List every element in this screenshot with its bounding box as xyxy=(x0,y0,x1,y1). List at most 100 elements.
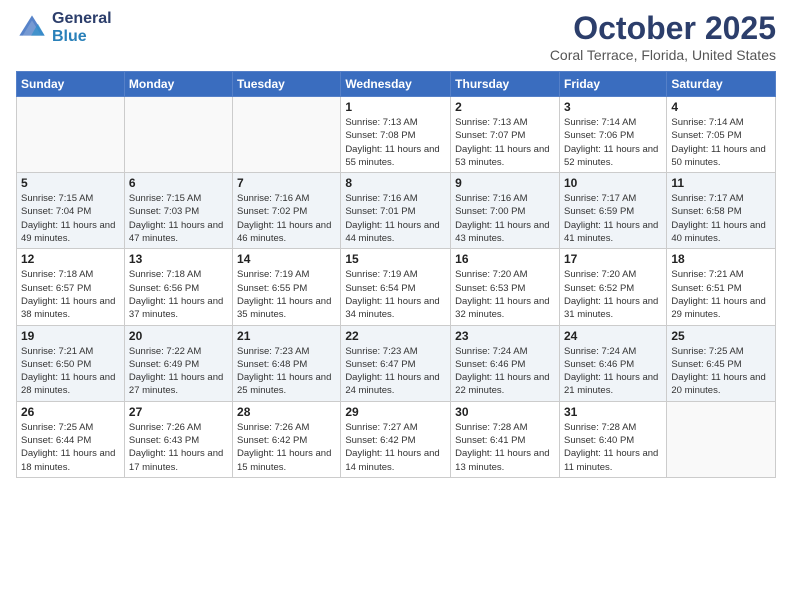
day-number: 11 xyxy=(671,176,771,190)
calendar-cell: 25Sunrise: 7:25 AMSunset: 6:45 PMDayligh… xyxy=(667,325,776,401)
calendar-cell: 26Sunrise: 7:25 AMSunset: 6:44 PMDayligh… xyxy=(17,401,125,477)
calendar-cell: 23Sunrise: 7:24 AMSunset: 6:46 PMDayligh… xyxy=(451,325,560,401)
calendar-table: SundayMondayTuesdayWednesdayThursdayFrid… xyxy=(16,71,776,478)
day-info: Sunrise: 7:26 AMSunset: 6:42 PMDaylight:… xyxy=(237,421,336,474)
location: Coral Terrace, Florida, United States xyxy=(550,47,776,63)
day-info: Sunrise: 7:19 AMSunset: 6:54 PMDaylight:… xyxy=(345,268,446,321)
day-info: Sunrise: 7:24 AMSunset: 6:46 PMDaylight:… xyxy=(564,345,662,398)
day-number: 24 xyxy=(564,329,662,343)
logo-general: General xyxy=(52,10,112,27)
day-info: Sunrise: 7:27 AMSunset: 6:42 PMDaylight:… xyxy=(345,421,446,474)
day-info: Sunrise: 7:15 AMSunset: 7:03 PMDaylight:… xyxy=(129,192,228,245)
day-number: 20 xyxy=(129,329,228,343)
calendar-cell: 8 Sunrise: 7:16 AMSunset: 7:01 PMDaylight… xyxy=(341,173,451,249)
day-number: 30 xyxy=(455,405,555,419)
day-info: Sunrise: 7:28 AMSunset: 6:40 PMDaylight:… xyxy=(564,421,662,474)
day-info: Sunrise: 7:18 AMSunset: 6:56 PMDaylight:… xyxy=(129,268,228,321)
calendar-cell xyxy=(667,401,776,477)
calendar-week-row: 26Sunrise: 7:25 AMSunset: 6:44 PMDayligh… xyxy=(17,401,776,477)
logo: General Blue xyxy=(16,10,112,45)
calendar-cell: 28Sunrise: 7:26 AMSunset: 6:42 PMDayligh… xyxy=(233,401,341,477)
day-info: Sunrise: 7:23 AMSunset: 6:47 PMDaylight:… xyxy=(345,345,446,398)
calendar-cell: 27 Sunrise: 7:26 AMSunset: 6:43 PMDayligh… xyxy=(124,401,232,477)
calendar-cell: 17 Sunrise: 7:20 AMSunset: 6:52 PMDayligh… xyxy=(559,249,666,325)
weekday-header: Monday xyxy=(124,72,232,97)
calendar-cell: 14 Sunrise: 7:19 AMSunset: 6:55 PMDayligh… xyxy=(233,249,341,325)
calendar-cell: 7 Sunrise: 7:16 AMSunset: 7:02 PMDaylight… xyxy=(233,173,341,249)
calendar-cell: 9 Sunrise: 7:16 AMSunset: 7:00 PMDaylight… xyxy=(451,173,560,249)
day-info: Sunrise: 7:26 AMSunset: 6:43 PMDaylight:… xyxy=(129,421,228,474)
day-info: Sunrise: 7:19 AMSunset: 6:55 PMDaylight:… xyxy=(237,268,336,321)
calendar-cell: 11 Sunrise: 7:17 AMSunset: 6:58 PMDayligh… xyxy=(667,173,776,249)
day-number: 22 xyxy=(345,329,446,343)
day-number: 5 xyxy=(21,176,120,190)
page-container: General Blue October 2025 Coral Terrace,… xyxy=(0,0,792,488)
day-info: Sunrise: 7:20 AMSunset: 6:53 PMDaylight:… xyxy=(455,268,555,321)
weekday-header: Thursday xyxy=(451,72,560,97)
day-info: Sunrise: 7:20 AMSunset: 6:52 PMDaylight:… xyxy=(564,268,662,321)
logo-text: General Blue xyxy=(52,10,112,45)
weekday-header: Sunday xyxy=(17,72,125,97)
calendar-cell: 5 Sunrise: 7:15 AMSunset: 7:04 PMDaylight… xyxy=(17,173,125,249)
calendar-cell: 22 Sunrise: 7:23 AMSunset: 6:47 PMDayligh… xyxy=(341,325,451,401)
calendar-cell: 29 Sunrise: 7:27 AMSunset: 6:42 PMDayligh… xyxy=(341,401,451,477)
calendar-week-row: 12Sunrise: 7:18 AMSunset: 6:57 PMDayligh… xyxy=(17,249,776,325)
day-number: 29 xyxy=(345,405,446,419)
logo-icon xyxy=(16,12,48,44)
calendar-cell: 4 Sunrise: 7:14 AMSunset: 7:05 PMDaylight… xyxy=(667,97,776,173)
day-number: 8 xyxy=(345,176,446,190)
day-number: 19 xyxy=(21,329,120,343)
calendar-cell xyxy=(124,97,232,173)
weekday-header: Wednesday xyxy=(341,72,451,97)
calendar-week-row: 1 Sunrise: 7:13 AMSunset: 7:08 PMDaylight… xyxy=(17,97,776,173)
day-number: 21 xyxy=(237,329,336,343)
calendar-cell: 21 Sunrise: 7:23 AMSunset: 6:48 PMDayligh… xyxy=(233,325,341,401)
day-number: 7 xyxy=(237,176,336,190)
calendar-week-row: 19 Sunrise: 7:21 AMSunset: 6:50 PMDayligh… xyxy=(17,325,776,401)
day-info: Sunrise: 7:13 AMSunset: 7:08 PMDaylight:… xyxy=(345,116,446,169)
day-number: 18 xyxy=(671,252,771,266)
day-number: 9 xyxy=(455,176,555,190)
calendar-cell: 10Sunrise: 7:17 AMSunset: 6:59 PMDayligh… xyxy=(559,173,666,249)
day-number: 14 xyxy=(237,252,336,266)
weekday-header-row: SundayMondayTuesdayWednesdayThursdayFrid… xyxy=(17,72,776,97)
day-info: Sunrise: 7:17 AMSunset: 6:59 PMDaylight:… xyxy=(564,192,662,245)
day-info: Sunrise: 7:14 AMSunset: 7:05 PMDaylight:… xyxy=(671,116,771,169)
day-number: 17 xyxy=(564,252,662,266)
day-info: Sunrise: 7:23 AMSunset: 6:48 PMDaylight:… xyxy=(237,345,336,398)
day-number: 23 xyxy=(455,329,555,343)
calendar-cell: 30 Sunrise: 7:28 AMSunset: 6:41 PMDayligh… xyxy=(451,401,560,477)
day-info: Sunrise: 7:16 AMSunset: 7:00 PMDaylight:… xyxy=(455,192,555,245)
weekday-header: Friday xyxy=(559,72,666,97)
day-info: Sunrise: 7:25 AMSunset: 6:45 PMDaylight:… xyxy=(671,345,771,398)
day-info: Sunrise: 7:28 AMSunset: 6:41 PMDaylight:… xyxy=(455,421,555,474)
day-number: 13 xyxy=(129,252,228,266)
day-info: Sunrise: 7:16 AMSunset: 7:02 PMDaylight:… xyxy=(237,192,336,245)
day-info: Sunrise: 7:16 AMSunset: 7:01 PMDaylight:… xyxy=(345,192,446,245)
calendar-cell: 3Sunrise: 7:14 AMSunset: 7:06 PMDaylight… xyxy=(559,97,666,173)
day-info: Sunrise: 7:15 AMSunset: 7:04 PMDaylight:… xyxy=(21,192,120,245)
day-number: 12 xyxy=(21,252,120,266)
calendar-cell: 13 Sunrise: 7:18 AMSunset: 6:56 PMDayligh… xyxy=(124,249,232,325)
calendar-week-row: 5 Sunrise: 7:15 AMSunset: 7:04 PMDaylight… xyxy=(17,173,776,249)
day-info: Sunrise: 7:21 AMSunset: 6:50 PMDaylight:… xyxy=(21,345,120,398)
day-number: 2 xyxy=(455,100,555,114)
day-info: Sunrise: 7:17 AMSunset: 6:58 PMDaylight:… xyxy=(671,192,771,245)
day-number: 26 xyxy=(21,405,120,419)
day-number: 3 xyxy=(564,100,662,114)
calendar-cell: 12Sunrise: 7:18 AMSunset: 6:57 PMDayligh… xyxy=(17,249,125,325)
calendar-cell: 31 Sunrise: 7:28 AMSunset: 6:40 PMDayligh… xyxy=(559,401,666,477)
day-number: 1 xyxy=(345,100,446,114)
day-number: 31 xyxy=(564,405,662,419)
day-number: 4 xyxy=(671,100,771,114)
day-number: 27 xyxy=(129,405,228,419)
month-title: October 2025 xyxy=(550,10,776,47)
calendar-cell: 1 Sunrise: 7:13 AMSunset: 7:08 PMDaylight… xyxy=(341,97,451,173)
calendar-cell xyxy=(233,97,341,173)
header: General Blue October 2025 Coral Terrace,… xyxy=(16,10,776,63)
calendar-cell: 16Sunrise: 7:20 AMSunset: 6:53 PMDayligh… xyxy=(451,249,560,325)
calendar-cell: 24 Sunrise: 7:24 AMSunset: 6:46 PMDayligh… xyxy=(559,325,666,401)
day-info: Sunrise: 7:22 AMSunset: 6:49 PMDaylight:… xyxy=(129,345,228,398)
calendar-cell: 6Sunrise: 7:15 AMSunset: 7:03 PMDaylight… xyxy=(124,173,232,249)
weekday-header: Tuesday xyxy=(233,72,341,97)
